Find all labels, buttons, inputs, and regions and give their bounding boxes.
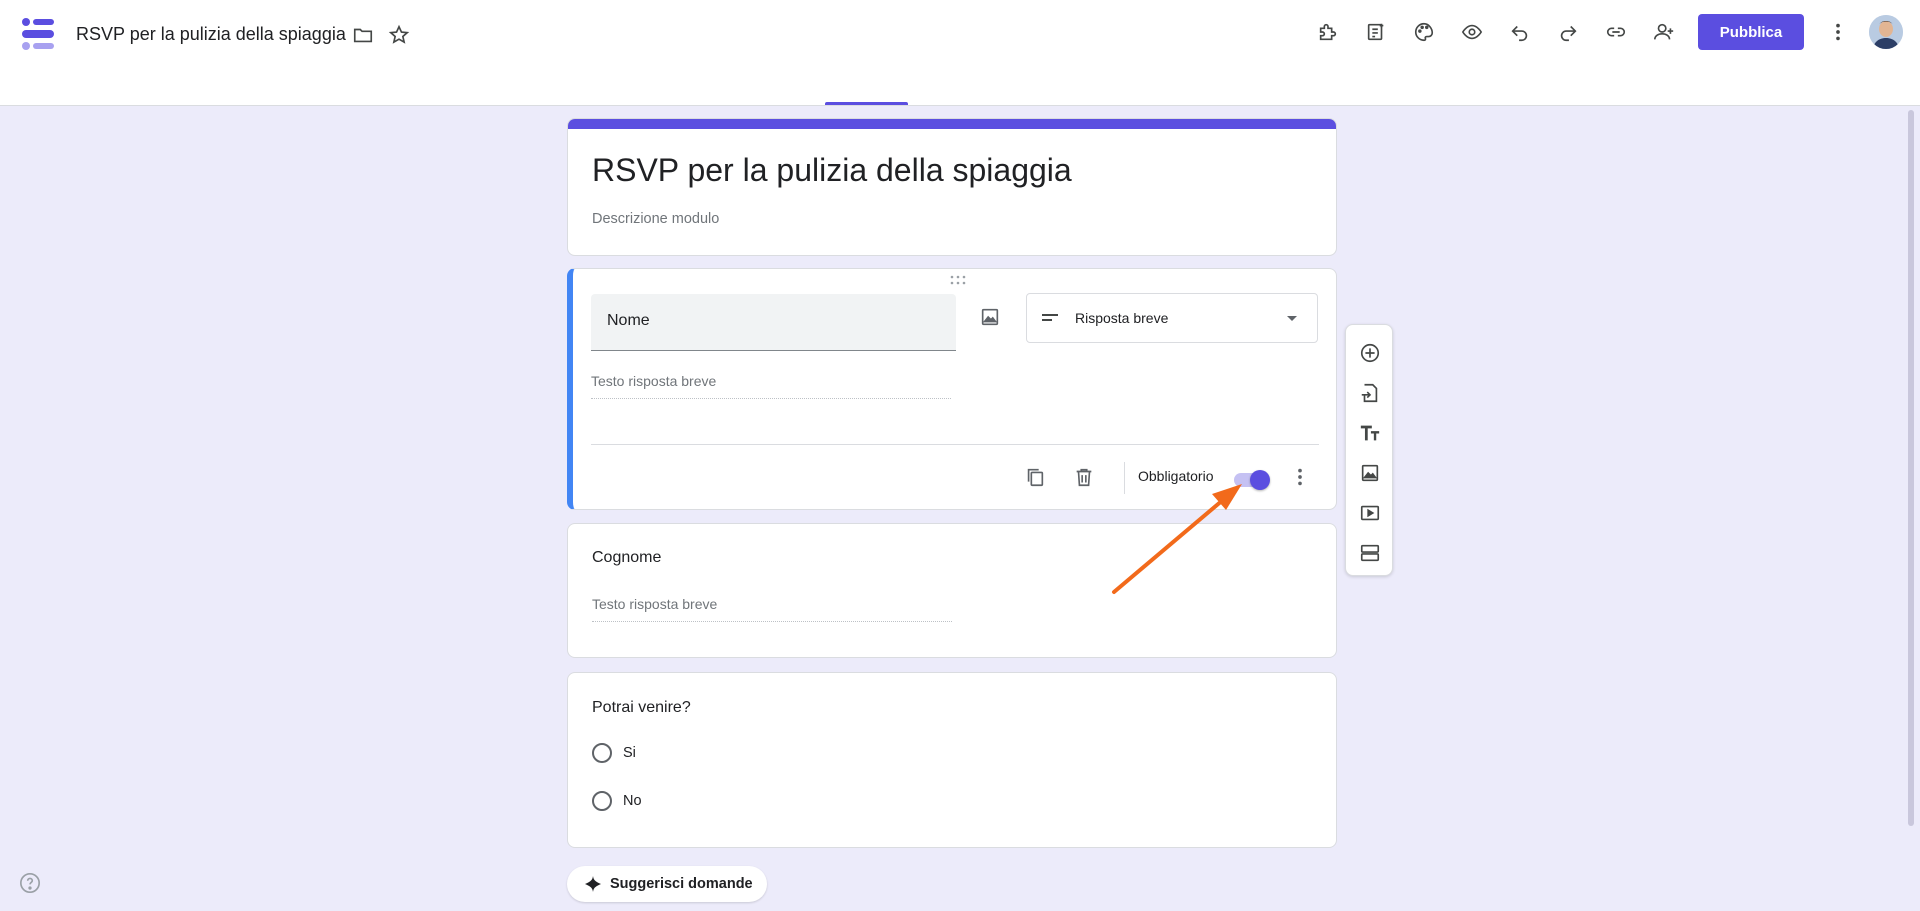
required-label: Obbligatorio — [1138, 468, 1214, 484]
preview-eye-icon[interactable] — [1456, 16, 1488, 48]
avatar[interactable] — [1869, 15, 1903, 49]
question-title: Cognome — [592, 549, 662, 566]
suggest-questions-button[interactable]: Suggerisci domande — [567, 866, 767, 902]
scrollbar[interactable] — [1908, 110, 1914, 826]
form-title[interactable]: RSVP per la pulizia della spiaggia — [592, 152, 1072, 189]
form-title-card[interactable]: RSVP per la pulizia della spiaggia Descr… — [567, 118, 1337, 256]
question-card-cognome[interactable]: Cognome Testo risposta breve — [567, 523, 1337, 658]
suggest-questions-label: Suggerisci domande — [610, 876, 753, 892]
question-title-text: Nome — [607, 312, 650, 329]
duplicate-icon[interactable] — [1021, 463, 1049, 491]
radio-option-no[interactable] — [592, 791, 612, 811]
question-type-dropdown[interactable]: Risposta breve — [1026, 293, 1318, 343]
import-questions-icon[interactable] — [1356, 379, 1384, 407]
chevron-down-icon — [1287, 316, 1297, 321]
redo-icon[interactable] — [1552, 16, 1584, 48]
add-video-icon[interactable] — [1356, 499, 1384, 527]
add-image-icon[interactable] — [1356, 459, 1384, 487]
drag-handle-icon[interactable] — [949, 275, 967, 285]
add-collaborator-icon[interactable] — [1648, 16, 1680, 48]
question-card-nome[interactable]: Nome Risposta breve Testo risposta breve… — [567, 268, 1337, 510]
star-icon[interactable] — [383, 19, 415, 51]
delete-icon[interactable] — [1070, 463, 1098, 491]
footer-separator — [1124, 462, 1125, 494]
forms-logo-icon[interactable] — [20, 16, 56, 52]
publish-button[interactable]: Pubblica — [1698, 14, 1804, 50]
addon-icon[interactable] — [1312, 16, 1344, 48]
question-type-label: Risposta breve — [1075, 310, 1169, 326]
option-label: Si — [623, 745, 636, 761]
question-title: Potrai venire? — [592, 699, 691, 716]
form-description-field[interactable]: Descrizione modulo — [592, 211, 719, 227]
question-title-input[interactable]: Nome — [591, 294, 956, 351]
theme-accent-bar — [568, 119, 1336, 129]
active-tab-indicator — [825, 102, 908, 105]
help-icon[interactable] — [19, 872, 41, 894]
link-icon[interactable] — [1600, 16, 1632, 48]
add-title-icon[interactable] — [1356, 419, 1384, 447]
option-label: No — [623, 793, 642, 809]
required-toggle[interactable] — [1232, 469, 1272, 490]
short-answer-icon — [1042, 314, 1058, 321]
radio-option-si[interactable] — [592, 743, 612, 763]
more-vert-icon[interactable] — [1822, 16, 1854, 48]
short-answer-placeholder: Testo risposta breve — [591, 371, 951, 399]
add-question-icon[interactable] — [1356, 339, 1384, 367]
undo-icon[interactable] — [1504, 16, 1536, 48]
palette-icon[interactable] — [1408, 16, 1440, 48]
document-title[interactable]: RSVP per la pulizia della spiaggia — [76, 24, 346, 45]
form-template-icon[interactable] — [1360, 16, 1392, 48]
app-header: RSVP per la pulizia della spiaggia Pubbl… — [0, 0, 1920, 106]
add-section-icon[interactable] — [1356, 539, 1384, 567]
divider — [591, 444, 1319, 445]
question-toolbar — [1345, 324, 1393, 576]
question-card-potrai-venire[interactable]: Potrai venire? Si No — [567, 672, 1337, 848]
add-image-icon[interactable] — [976, 303, 1004, 331]
sparkle-icon — [585, 876, 601, 892]
short-answer-placeholder: Testo risposta breve — [592, 594, 952, 622]
more-vert-icon[interactable] — [1286, 463, 1314, 491]
folder-icon[interactable] — [347, 19, 379, 51]
